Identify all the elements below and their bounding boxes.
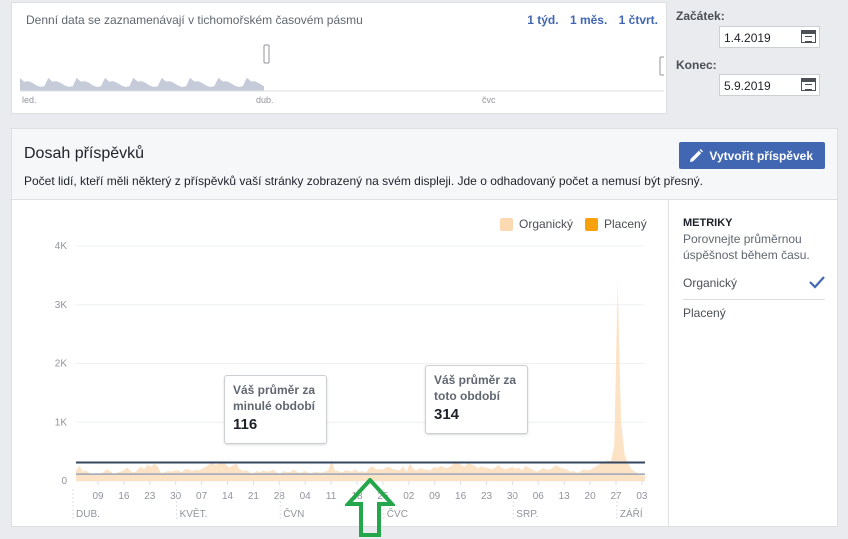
legend-organic[interactable]: Organický — [500, 217, 573, 231]
x-tick-label: 11 — [326, 491, 337, 502]
create-post-label: Vytvořit příspěvek — [709, 148, 813, 163]
mini-axis-label-jul: čvc — [482, 95, 496, 103]
timezone-note: Denní data se zaznamenávají v tichomořsk… — [26, 13, 363, 27]
x-tick-label: 21 — [248, 491, 260, 502]
month-label: ČVN — [283, 507, 304, 520]
x-tick-label: 07 — [196, 491, 208, 502]
checkmark-icon — [809, 276, 825, 289]
month-label: SRP. — [516, 509, 538, 520]
current-average-label: Váš průměr za toto období — [434, 373, 517, 403]
x-tick-label: 23 — [144, 491, 156, 502]
calendar-icon[interactable] — [801, 30, 816, 43]
calendar-icon[interactable] — [801, 78, 816, 91]
x-tick-label: 13 — [559, 491, 571, 502]
reach-chart: 4K3K2K1K0 09 16 23 30 07 14 21 28 04 11 18 25 02 09 16… — [55, 241, 648, 520]
y-tick-label: 3K — [55, 300, 68, 311]
x-tick-label: 09 — [429, 491, 441, 502]
legend-paid[interactable]: Placený — [585, 217, 647, 231]
current-average-tooltip: Váš průměr za toto období 314 — [425, 365, 528, 434]
y-tick-label: 4K — [55, 241, 68, 252]
up-arrow-icon — [345, 478, 395, 537]
x-tick-label: 28 — [274, 491, 286, 502]
x-tick-label: 30 — [507, 491, 519, 502]
metric-divider — [683, 299, 825, 300]
previous-average-label: Váš průměr za minulé období — [233, 383, 316, 413]
pencil-icon — [690, 148, 704, 162]
start-date-field[interactable]: 1.4.2019 — [719, 26, 820, 48]
metric-option-paid-label: Placený — [683, 306, 726, 320]
month-label: ZÁŘÍ — [620, 507, 643, 520]
range-link-quarter[interactable]: 1 čtvrt. — [619, 13, 658, 27]
x-tick-label: 14 — [222, 491, 234, 502]
previous-average-value: 116 — [233, 416, 258, 433]
y-tick-label: 0 — [61, 476, 67, 487]
x-tick-label: 06 — [533, 491, 545, 502]
x-tick-label: 23 — [481, 491, 493, 502]
post-reach-panel: Dosah příspěvků Počet lidí, kteří měli n… — [11, 128, 838, 527]
metrics-description: Porovnejte průměrnou úspěšnost během čas… — [683, 232, 810, 262]
x-tick-label: 04 — [300, 491, 312, 502]
mini-range-handle-right[interactable] — [659, 56, 664, 76]
x-tick-label: 09 — [92, 491, 104, 502]
organic-series-area — [76, 281, 645, 481]
metric-option-organic[interactable]: Organický — [683, 276, 825, 290]
x-tick-label: 20 — [585, 491, 597, 502]
x-tick-label: 16 — [118, 491, 130, 502]
range-link-month[interactable]: 1 měs. — [570, 13, 607, 27]
metric-option-paid[interactable]: Placený — [683, 306, 825, 320]
end-date-value: 5.9.2019 — [724, 79, 771, 93]
month-label: DUB. — [76, 509, 100, 520]
x-tick-label: 30 — [170, 491, 182, 502]
range-links: 1 týd. 1 měs. 1 čtvrt. — [519, 13, 658, 27]
organic-swatch — [500, 217, 513, 231]
start-date-value: 1.4.2019 — [724, 31, 771, 45]
x-tick-label: 02 — [403, 491, 415, 502]
start-date-label: Začátek: — [676, 9, 725, 23]
range-link-week[interactable]: 1 týd. — [527, 13, 558, 27]
panel-description: Počet lidí, kteří měli některý z příspěv… — [24, 174, 703, 188]
create-post-button[interactable]: Vytvořit příspěvek — [679, 142, 825, 169]
date-range-panel: Denní data se zaznamenávají v tichomořsk… — [11, 2, 667, 114]
x-tick-label: 16 — [455, 491, 467, 502]
y-axis: 4K 3K 2K 1K 0 — [55, 241, 645, 487]
y-tick-label: 1K — [55, 417, 68, 428]
metric-option-organic-label: Organický — [683, 276, 738, 290]
panel-header: Dosah příspěvků Počet lidí, kteří měli n… — [12, 129, 837, 200]
metrics-sidebar: METRIKY Porovnejte průměrnou úspěšnost b… — [668, 200, 838, 526]
x-tick-label: 03 — [636, 491, 648, 502]
current-average-value: 314 — [434, 406, 460, 423]
panel-title: Dosah příspěvků — [24, 145, 145, 162]
previous-average-tooltip: Váš průměr za minulé období 116 — [224, 375, 327, 444]
legend-organic-label: Organický — [519, 217, 574, 231]
end-date-field[interactable]: 5.9.2019 — [719, 74, 820, 96]
mini-range-handle-left[interactable] — [263, 44, 270, 64]
month-label: KVĚT. — [180, 507, 208, 520]
mini-axis-label-apr: dub. — [256, 95, 274, 103]
legend-paid-label: Placený — [604, 217, 647, 231]
metrics-title: METRIKY — [683, 217, 733, 229]
y-tick-label: 2K — [55, 359, 68, 370]
mini-timeline-chart[interactable]: led. dub. čvc — [20, 43, 664, 103]
date-inputs: Začátek: 1.4.2019 Konec: 5.9.2019 — [676, 2, 836, 114]
x-tick-label: 27 — [610, 491, 622, 502]
paid-swatch — [585, 217, 598, 231]
mini-selection-range — [264, 43, 664, 91]
end-date-label: Konec: — [676, 58, 717, 72]
mini-axis-label-jan: led. — [22, 95, 37, 103]
